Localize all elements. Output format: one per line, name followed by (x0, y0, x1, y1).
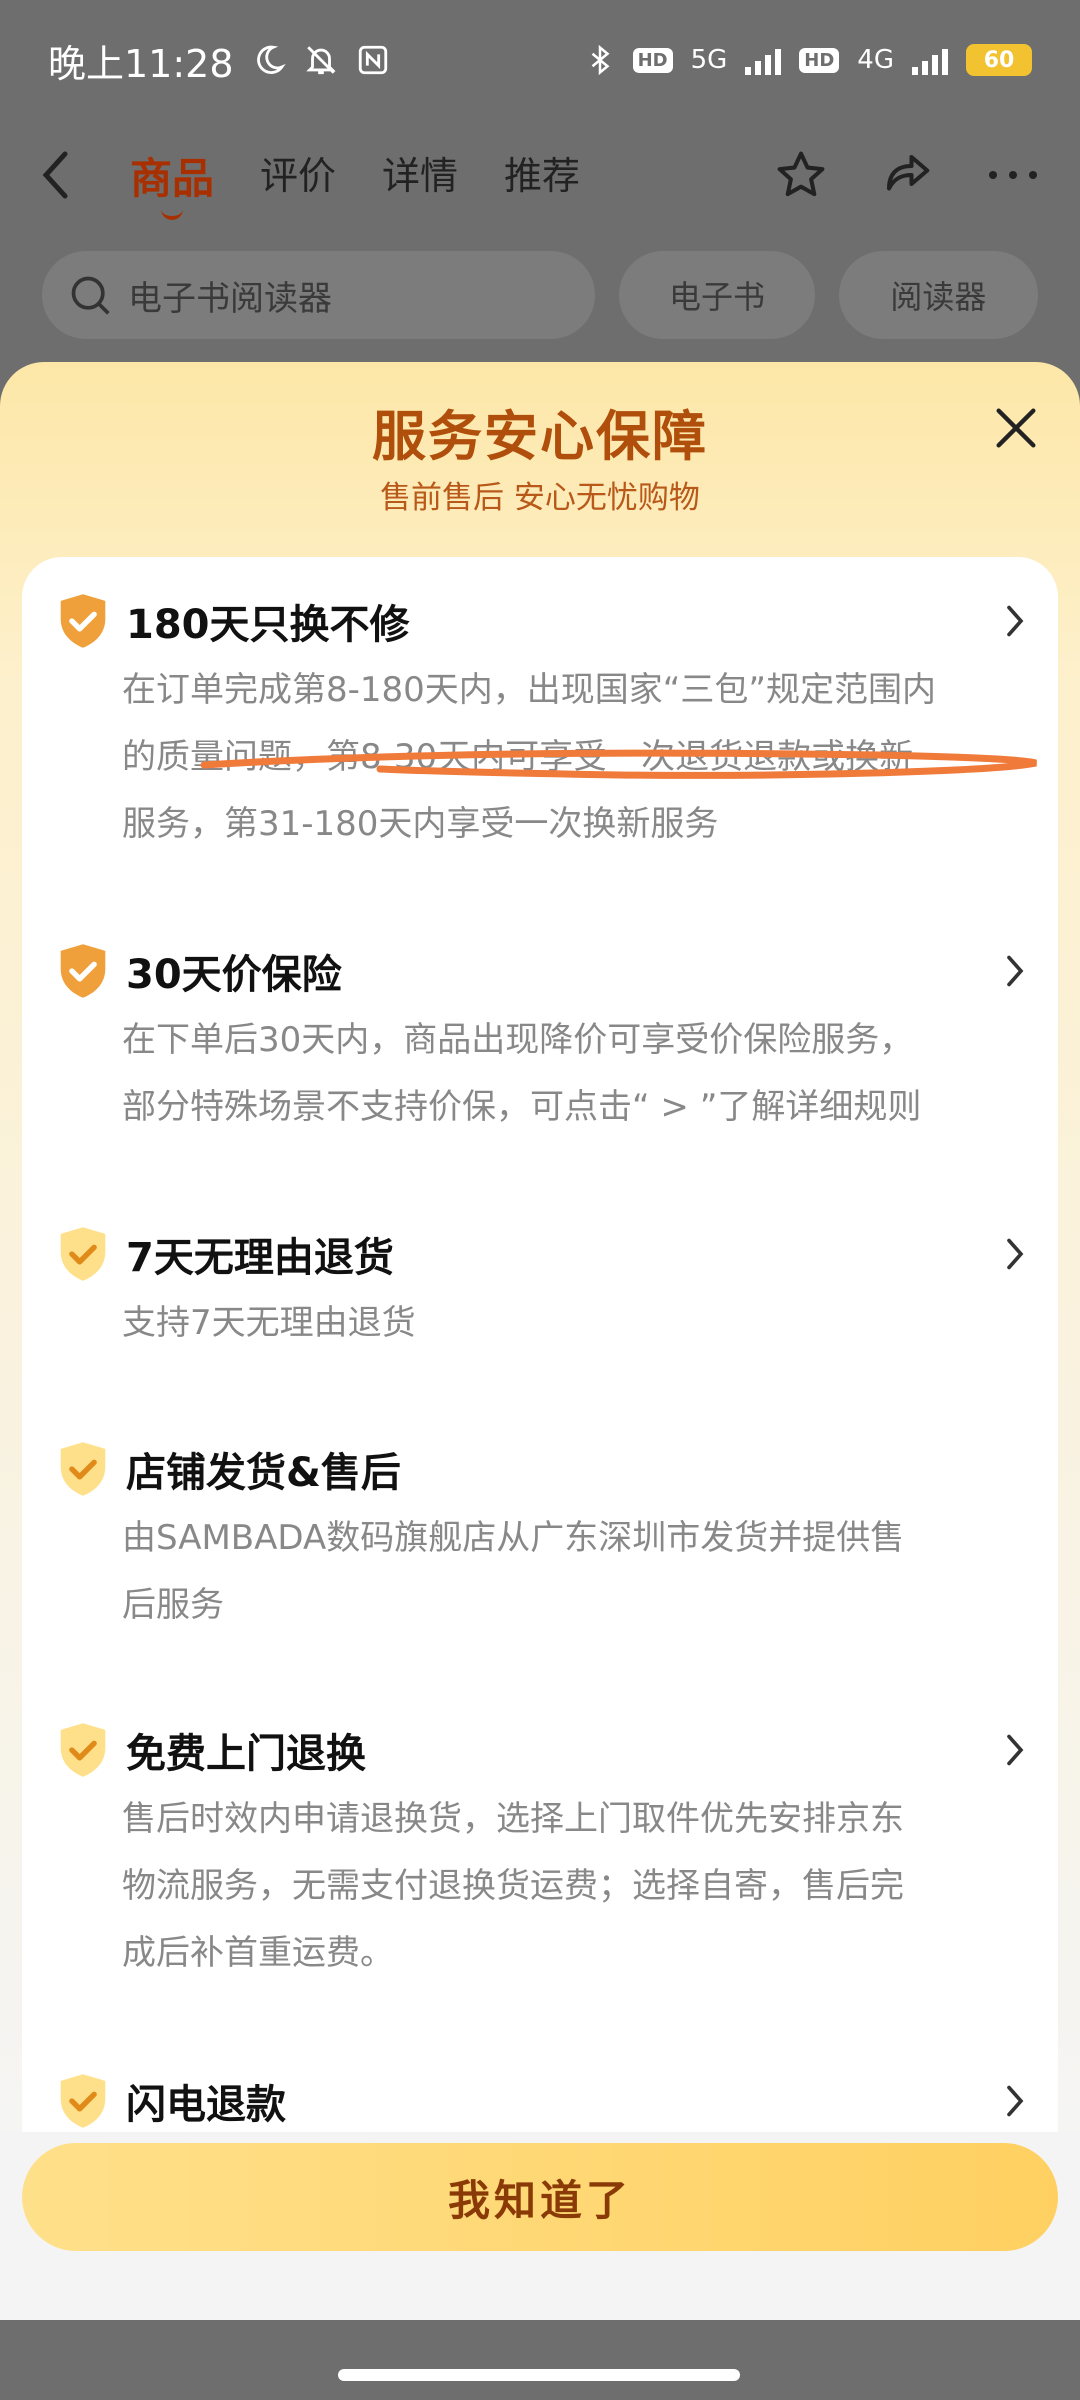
service-title: 免费上门退换 (126, 1731, 366, 1777)
status-time: 晚上11:28 (48, 41, 234, 86)
hd-badge: HD (632, 47, 673, 73)
share-icon[interactable] (880, 148, 934, 202)
desc-line: 后服务 (122, 1585, 224, 1625)
desc-line: 部分特殊场景不支持价保，可点击“ > ”了解详细规则 (122, 1087, 922, 1127)
tab-product[interactable]: 商品 (130, 145, 214, 206)
top-nav: 商品 评价 详情 推荐 (0, 120, 1080, 230)
back-button[interactable] (40, 145, 100, 205)
nfc-icon (358, 45, 387, 75)
chevron-right-icon[interactable] (1004, 953, 1026, 989)
desc-line: 成后补首重运费。 (122, 1933, 394, 1973)
search-row: 电子书阅读器 电子书 阅读器 (0, 245, 1080, 345)
hand-drawn-underline (200, 749, 1037, 779)
chevron-right-icon[interactable] (1004, 1236, 1026, 1272)
sheet-title: 服务安心保障 (372, 405, 708, 468)
service-list: 180天只换不修 在订单完成第8-180天内，出现国家“三包”规定范围内 的质量… (22, 557, 1058, 2337)
service-title: 店铺发货&售后 (126, 1450, 401, 1496)
service-description: 支持7天无理由退货 (122, 1290, 1032, 1357)
chevron-right-icon[interactable] (1004, 2083, 1026, 2119)
service-title: 7天无理由退货 (126, 1235, 394, 1281)
tab-recommend[interactable]: 推荐 (504, 145, 580, 206)
signal-icon-2 (912, 45, 948, 75)
service-sheet: 服务安心保障 售前售后 安心无忧购物 180天只换不修 在订单完成第8-180天… (0, 362, 1080, 2400)
desc-line: 物流服务，无需支付退换货运费；选择自寄，售后完 (122, 1866, 904, 1906)
service-description: 售后时效内申请退换货，选择上门取件优先安排京东 物流服务，无需支付退换货运费；选… (122, 1786, 1032, 1987)
network-5g: 5G (690, 45, 728, 75)
chevron-left-icon (42, 151, 68, 199)
bluetooth-icon (591, 44, 610, 76)
service-title: 180天只换不修 (126, 602, 410, 648)
search-placeholder: 电子书阅读器 (128, 278, 332, 319)
bell-off-icon (305, 46, 336, 75)
sheet-subtitle: 售前售后 安心无忧购物 (380, 480, 700, 516)
search-chip-reader[interactable]: 阅读器 (838, 251, 1038, 339)
moon-icon (256, 45, 286, 74)
home-indicator[interactable] (338, 2369, 740, 2381)
more-icon[interactable] (986, 165, 1040, 185)
shield-check-icon (60, 2074, 106, 2128)
shield-check-icon (60, 1442, 106, 1496)
tab-details[interactable]: 详情 (382, 145, 458, 206)
close-icon[interactable] (990, 402, 1042, 454)
hd-badge-2: HD (799, 47, 840, 73)
shield-check-icon (60, 594, 106, 648)
battery-icon: 60 (966, 44, 1032, 76)
service-description: 由SAMBADA数码旗舰店从广东深圳市发货并提供售 后服务 (122, 1505, 1032, 1639)
tab-reviews[interactable]: 评价 (260, 145, 336, 206)
chevron-right-icon[interactable] (1004, 603, 1026, 639)
search-chip-ebook[interactable]: 电子书 (619, 251, 815, 339)
status-bar: 晚上11:28 HD 5G HD 4G 60 (0, 0, 1080, 120)
desc-line: 由SAMBADA数码旗舰店从广东深圳市发货并提供售 (122, 1518, 905, 1558)
desc-line: 售后时效内申请退换货，选择上门取件优先安排京东 (122, 1799, 904, 1839)
service-title: 闪电退款 (126, 2082, 286, 2128)
desc-line: 在订单完成第8-180天内，出现国家“三包”规定范围内 (122, 670, 937, 710)
shield-check-icon (60, 1723, 106, 1777)
chevron-right-icon[interactable] (1004, 1732, 1026, 1768)
navigation-bar (0, 2320, 1080, 2400)
desc-line: 服务，第31-180天内享受一次换新服务 (122, 804, 719, 844)
star-icon[interactable] (774, 148, 828, 202)
desc-line: 支持7天无理由退货 (122, 1303, 416, 1343)
shield-check-icon (60, 944, 106, 998)
service-title: 30天价保险 (126, 952, 342, 998)
search-input[interactable]: 电子书阅读器 (42, 251, 596, 339)
network-4g: 4G (857, 45, 894, 75)
signal-icon (745, 45, 782, 75)
search-icon (71, 276, 110, 315)
service-description: 在下单后30天内，商品出现降价可享受价保险服务， 部分特殊场景不支持价保，可点击… (122, 1007, 1032, 1141)
confirm-button[interactable]: 我知道了 (22, 2143, 1058, 2251)
desc-line: 在下单后30天内，商品出现降价可享受价保险服务， (122, 1020, 914, 1060)
shield-check-icon (60, 1227, 106, 1281)
